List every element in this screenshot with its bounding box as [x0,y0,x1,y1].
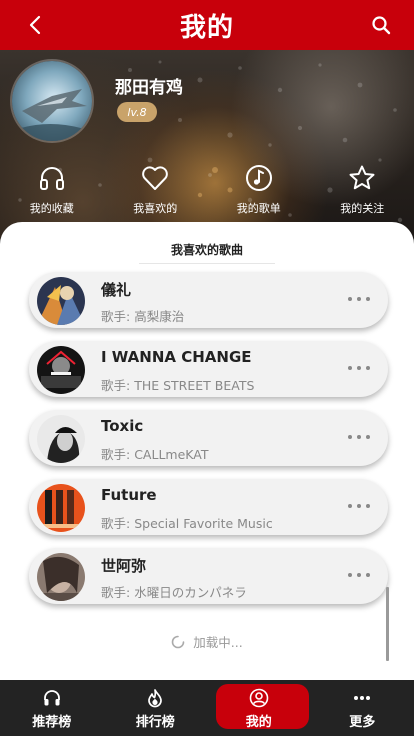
song-artist: 歌手: THE STREET BEATS [101,378,255,393]
quick-link-playlists[interactable]: 我的歌单 [207,163,311,223]
more-dots-icon [351,687,373,709]
song-title: I WANNA CHANGE [101,348,252,366]
more-options-icon[interactable] [348,364,370,372]
song-title: Toxic [101,417,144,435]
tab-recommend[interactable]: 推荐榜 [0,680,104,736]
song-title: 儀礼 [101,281,132,299]
album-cover [37,415,85,463]
bottom-nav: 推荐榜 排行榜 我的 更多 [0,680,414,736]
song-title: Future [101,486,157,504]
back-button[interactable] [22,12,48,38]
top-bar: 我的 [0,0,414,50]
tab-ranking[interactable]: 排行榜 [104,680,208,736]
tab-more[interactable]: 更多 [311,680,414,736]
quick-link-collection[interactable]: 我的收藏 [0,163,104,223]
song-artist: 歌手: 高梨康治 [101,309,185,324]
avatar[interactable] [10,59,94,143]
loading-indicator: 加载中... [0,632,414,651]
spinner-icon [172,635,185,648]
quick-link-label: 我的关注 [340,202,385,215]
divider [139,263,275,264]
song-artist: 歌手: 水曜日のカンパネラ [101,585,247,600]
heart-icon [140,163,170,193]
song-artist: 歌手: Special Favorite Music [101,516,273,531]
favorites-title: 我喜欢的歌曲 [170,243,243,257]
song-item[interactable]: 世阿弥 歌手: 水曜日のカンパネラ [29,548,388,604]
username: 那田有鸡 [115,78,183,98]
search-icon [372,16,391,35]
chevron-left-icon [29,15,41,35]
song-title: 世阿弥 [101,557,147,575]
album-cover [37,277,85,325]
level-badge: lv.8 [117,102,157,122]
album-cover [37,553,85,601]
quick-links: 我的收藏 我喜欢的 我的歌单 我的关注 [0,163,414,223]
music-note-icon [244,163,274,193]
quick-link-label: 我的收藏 [29,202,74,215]
tab-label: 更多 [349,714,376,730]
user-icon [248,687,270,709]
headphones-icon [41,687,63,709]
tab-label: 我的 [245,714,272,730]
quick-link-label: 我的歌单 [236,202,281,215]
tab-label: 排行榜 [135,714,175,730]
album-cover [37,484,85,532]
quick-link-label: 我喜欢的 [133,202,178,215]
quick-link-liked[interactable]: 我喜欢的 [104,163,208,223]
loading-text: 加载中... [193,635,243,650]
page-title: 我的 [179,12,234,43]
more-options-icon[interactable] [348,502,370,510]
song-item[interactable]: I WANNA CHANGE 歌手: THE STREET BEATS [29,341,388,397]
song-item[interactable]: Future 歌手: Special Favorite Music [29,479,388,535]
song-item[interactable]: Toxic 歌手: CALLmeKAT [29,410,388,466]
tab-mine[interactable]: 我的 [207,680,311,736]
tab-label: 推荐榜 [32,714,72,730]
flame-icon [144,687,166,709]
headphones-icon [37,163,67,193]
quick-link-following[interactable]: 我的关注 [311,163,414,223]
avatar-image [12,61,92,141]
star-icon [347,163,377,193]
song-item[interactable]: 儀礼 歌手: 高梨康治 [29,272,388,328]
profile-header: 那田有鸡 lv.8 我的收藏 我喜欢的 我的歌单 我的关注 [0,50,414,240]
more-options-icon[interactable] [348,433,370,441]
more-options-icon[interactable] [348,295,370,303]
album-cover [37,346,85,394]
more-options-icon[interactable] [348,571,370,579]
song-artist: 歌手: CALLmeKAT [101,447,209,462]
search-button[interactable] [368,12,394,38]
